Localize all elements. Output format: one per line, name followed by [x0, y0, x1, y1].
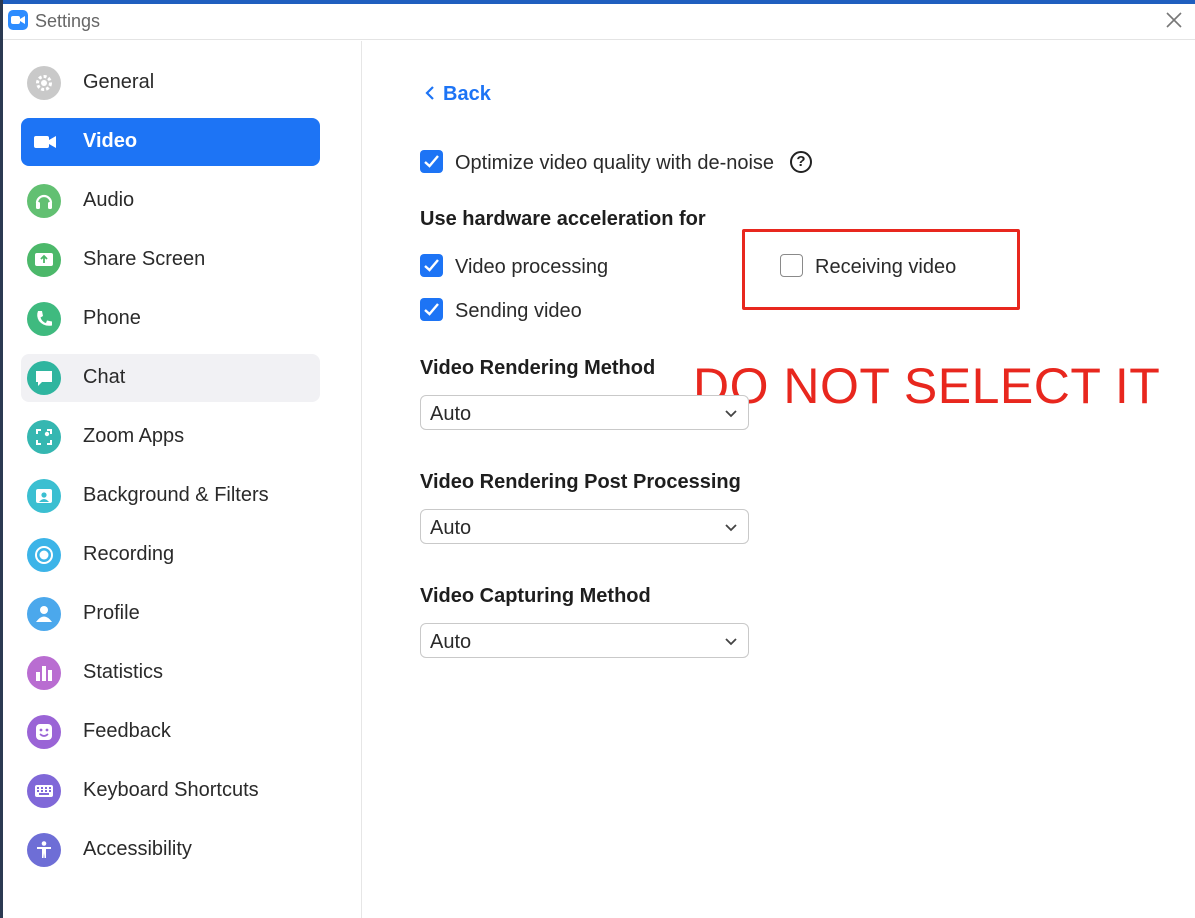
- window-title: Settings: [35, 11, 101, 31]
- statistics-icon: [27, 656, 61, 690]
- post-processing-heading: Video Rendering Post Processing: [420, 471, 741, 493]
- sidebar-item-accessibility[interactable]: Accessibility: [21, 826, 320, 874]
- settings-sidebar: General Video Audio Share Screen Phone C…: [3, 41, 362, 918]
- title-bar: Settings: [3, 4, 1195, 40]
- chevron-left-icon: [425, 83, 435, 106]
- sidebar-item-audio[interactable]: Audio: [21, 177, 320, 225]
- sidebar-item-label: General: [83, 71, 155, 93]
- zoom-app-icon: [8, 10, 28, 30]
- chevron-down-icon: [724, 520, 738, 538]
- sidebar-item-label: Chat: [83, 366, 126, 388]
- sidebar-item-label: Share Screen: [83, 248, 206, 270]
- post-processing-select[interactable]: Auto: [420, 509, 749, 544]
- video-settings-panel: Back Optimize video quality with de-nois…: [363, 41, 1195, 918]
- sidebar-item-chat[interactable]: Chat: [21, 354, 320, 402]
- sidebar-item-label: Statistics: [83, 661, 164, 683]
- rendering-method-select[interactable]: Auto: [420, 395, 749, 430]
- sidebar-item-label: Accessibility: [83, 838, 192, 860]
- sidebar-item-general[interactable]: General: [21, 59, 320, 107]
- denoise-label: Optimize video quality with de-noise: [455, 152, 775, 174]
- back-label: Back: [443, 83, 491, 105]
- sending-video-label: Sending video: [455, 300, 582, 322]
- annotation-highlight-box: [742, 229, 1020, 310]
- sidebar-item-label: Feedback: [83, 720, 171, 742]
- sidebar-item-label: Video: [83, 130, 138, 152]
- capturing-method-heading: Video Capturing Method: [420, 585, 651, 607]
- sidebar-item-label: Profile: [83, 602, 140, 624]
- rendering-method-heading: Video Rendering Method: [420, 357, 656, 379]
- video-processing-checkbox[interactable]: [420, 254, 443, 277]
- background-icon: [27, 479, 61, 513]
- capturing-method-value: Auto: [430, 631, 472, 653]
- sidebar-item-label: Recording: [83, 543, 175, 565]
- sidebar-item-share-screen[interactable]: Share Screen: [21, 236, 320, 284]
- sidebar-item-background-filters[interactable]: Background & Filters: [21, 472, 320, 520]
- sending-video-checkbox[interactable]: [420, 298, 443, 321]
- sidebar-item-label: Keyboard Shortcuts: [83, 779, 259, 801]
- sidebar-item-feedback[interactable]: Feedback: [21, 708, 320, 756]
- back-button[interactable]: Back: [425, 83, 491, 106]
- sidebar-item-profile[interactable]: Profile: [21, 590, 320, 638]
- sidebar-item-zoom-apps[interactable]: Zoom Apps: [21, 413, 320, 461]
- chevron-down-icon: [724, 634, 738, 652]
- denoise-checkbox[interactable]: [420, 150, 443, 173]
- accessibility-icon: [27, 833, 61, 867]
- share-screen-icon: [27, 243, 61, 277]
- apps-icon: [27, 420, 61, 454]
- sidebar-item-phone[interactable]: Phone: [21, 295, 320, 343]
- record-icon: [27, 538, 61, 572]
- chat-bubble-icon: [27, 361, 61, 395]
- rendering-method-value: Auto: [430, 403, 472, 425]
- keyboard-icon: [27, 774, 61, 808]
- sidebar-item-label: Zoom Apps: [83, 425, 185, 447]
- sidebar-item-label: Phone: [83, 307, 141, 329]
- sidebar-item-label: Background & Filters: [83, 484, 269, 506]
- profile-icon: [27, 597, 61, 631]
- annotation-warning-text: DO NOT SELECT IT: [693, 358, 1161, 414]
- sidebar-item-recording[interactable]: Recording: [21, 531, 320, 579]
- sidebar-item-keyboard-shortcuts[interactable]: Keyboard Shortcuts: [21, 767, 320, 815]
- gear-icon: [27, 66, 61, 100]
- video-processing-label: Video processing: [455, 256, 609, 278]
- phone-icon: [27, 302, 61, 336]
- close-icon[interactable]: [1161, 7, 1187, 33]
- sidebar-item-statistics[interactable]: Statistics: [21, 649, 320, 697]
- feedback-icon: [27, 715, 61, 749]
- chevron-down-icon: [724, 406, 738, 424]
- sidebar-item-label: Audio: [83, 189, 135, 211]
- sidebar-item-video[interactable]: Video: [21, 118, 320, 166]
- hw-accel-heading: Use hardware acceleration for: [420, 208, 706, 230]
- video-camera-icon: [27, 125, 61, 159]
- capturing-method-select[interactable]: Auto: [420, 623, 749, 658]
- help-icon[interactable]: ?: [790, 151, 812, 173]
- post-processing-value: Auto: [430, 517, 472, 539]
- headphones-icon: [27, 184, 61, 218]
